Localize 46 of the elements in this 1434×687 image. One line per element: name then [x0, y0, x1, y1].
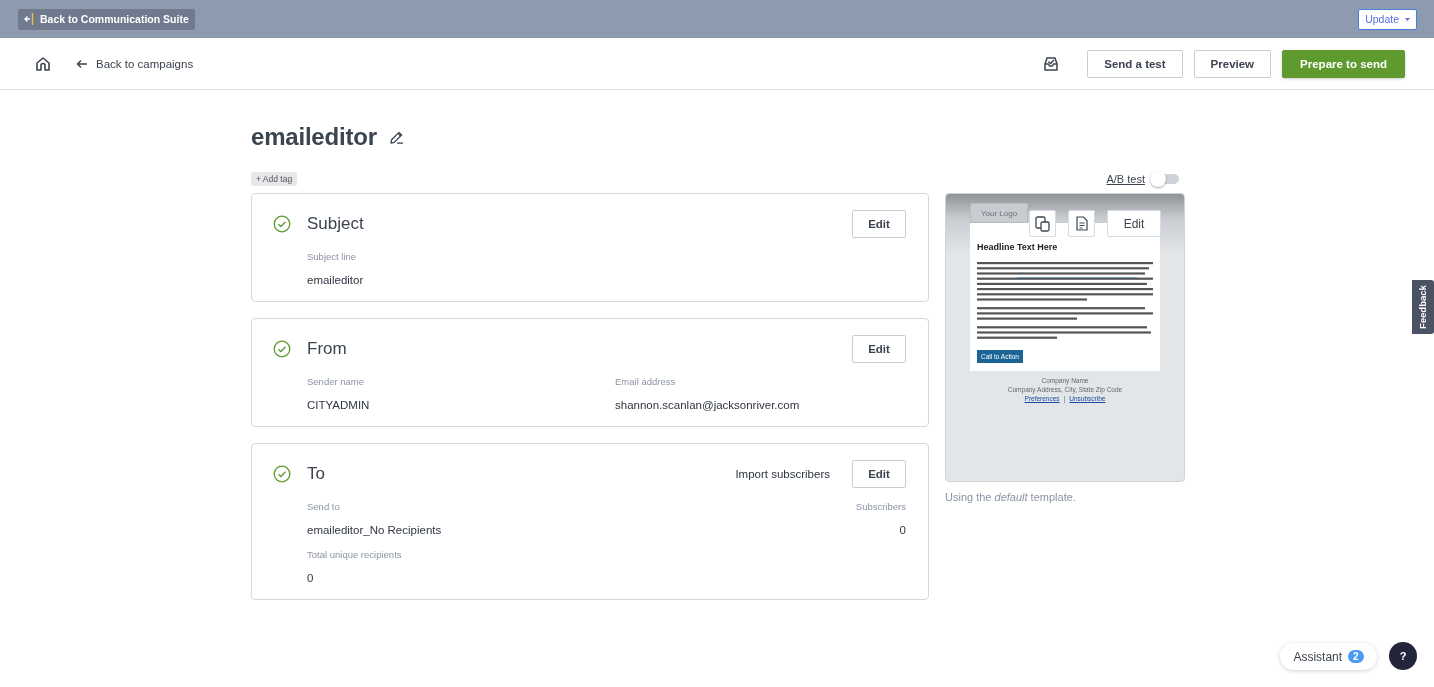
field-label: Email address: [615, 376, 676, 387]
field-label: Total unique recipients: [307, 549, 402, 560]
field-value: 0: [899, 524, 906, 536]
import-subscribers-link[interactable]: Import subscribers: [735, 468, 830, 480]
headline-text: Headline Text Here: [977, 242, 1059, 252]
section-title: From: [307, 339, 348, 359]
back-to-campaigns-link[interactable]: Back to campaigns: [76, 57, 194, 70]
field-label: Sender name: [307, 376, 365, 387]
document-icon: [1075, 216, 1088, 231]
arrow-left-bar-icon: [24, 13, 34, 25]
header-button[interactable]: Send a test: [1087, 49, 1183, 78]
pencil-icon[interactable]: [388, 129, 404, 145]
update-button[interactable]: Update: [1358, 8, 1417, 30]
inbox-check-icon[interactable]: [1043, 55, 1060, 72]
header-button[interactable]: Preview: [1193, 49, 1272, 78]
field-value: emaileditor_No Recipients: [307, 524, 442, 536]
campaign-title: emaileditor: [251, 123, 377, 151]
add-tag-button[interactable]: + Add tag: [251, 172, 298, 186]
edit-button[interactable]: Edit: [852, 460, 906, 488]
field-label: Send to: [307, 501, 340, 512]
count-badge: 2: [1348, 650, 1364, 663]
field-value: emaileditor: [307, 274, 364, 286]
ab-test-toggle[interactable]: [1151, 174, 1179, 184]
feedback-tab[interactable]: Feedback: [1412, 280, 1434, 334]
arrow-left-icon: [76, 58, 88, 69]
devices-icon: [1035, 215, 1050, 232]
home-icon[interactable]: [35, 55, 51, 72]
template-caption: Using the default template.: [945, 491, 1077, 503]
caret-icon: [1405, 17, 1410, 21]
back-to-suite-button[interactable]: Back to Communication Suite: [18, 8, 195, 30]
edit-template-button[interactable]: Edit: [1107, 210, 1161, 237]
ab-test-link[interactable]: A/B test: [1106, 173, 1145, 185]
section-title: To: [307, 464, 326, 484]
field-value: shannon.scanlan@jacksonriver.com: [615, 399, 800, 411]
field-value: CITYADMIN: [307, 399, 370, 411]
field-value: 0: [307, 572, 314, 584]
logo-text: Your Logo: [980, 209, 1018, 218]
help-button[interactable]: ?: [1389, 642, 1417, 670]
edit-button[interactable]: Edit: [852, 335, 906, 363]
plain-text-button[interactable]: [1068, 210, 1095, 237]
assistant-button[interactable]: Assistant 2: [1280, 643, 1377, 670]
field-label: Subject line: [307, 251, 357, 262]
section-title: Subject: [307, 214, 365, 234]
edit-button[interactable]: Edit: [852, 210, 906, 238]
device-preview-button[interactable]: [1029, 210, 1056, 237]
field-label: Subscribers: [855, 501, 906, 512]
